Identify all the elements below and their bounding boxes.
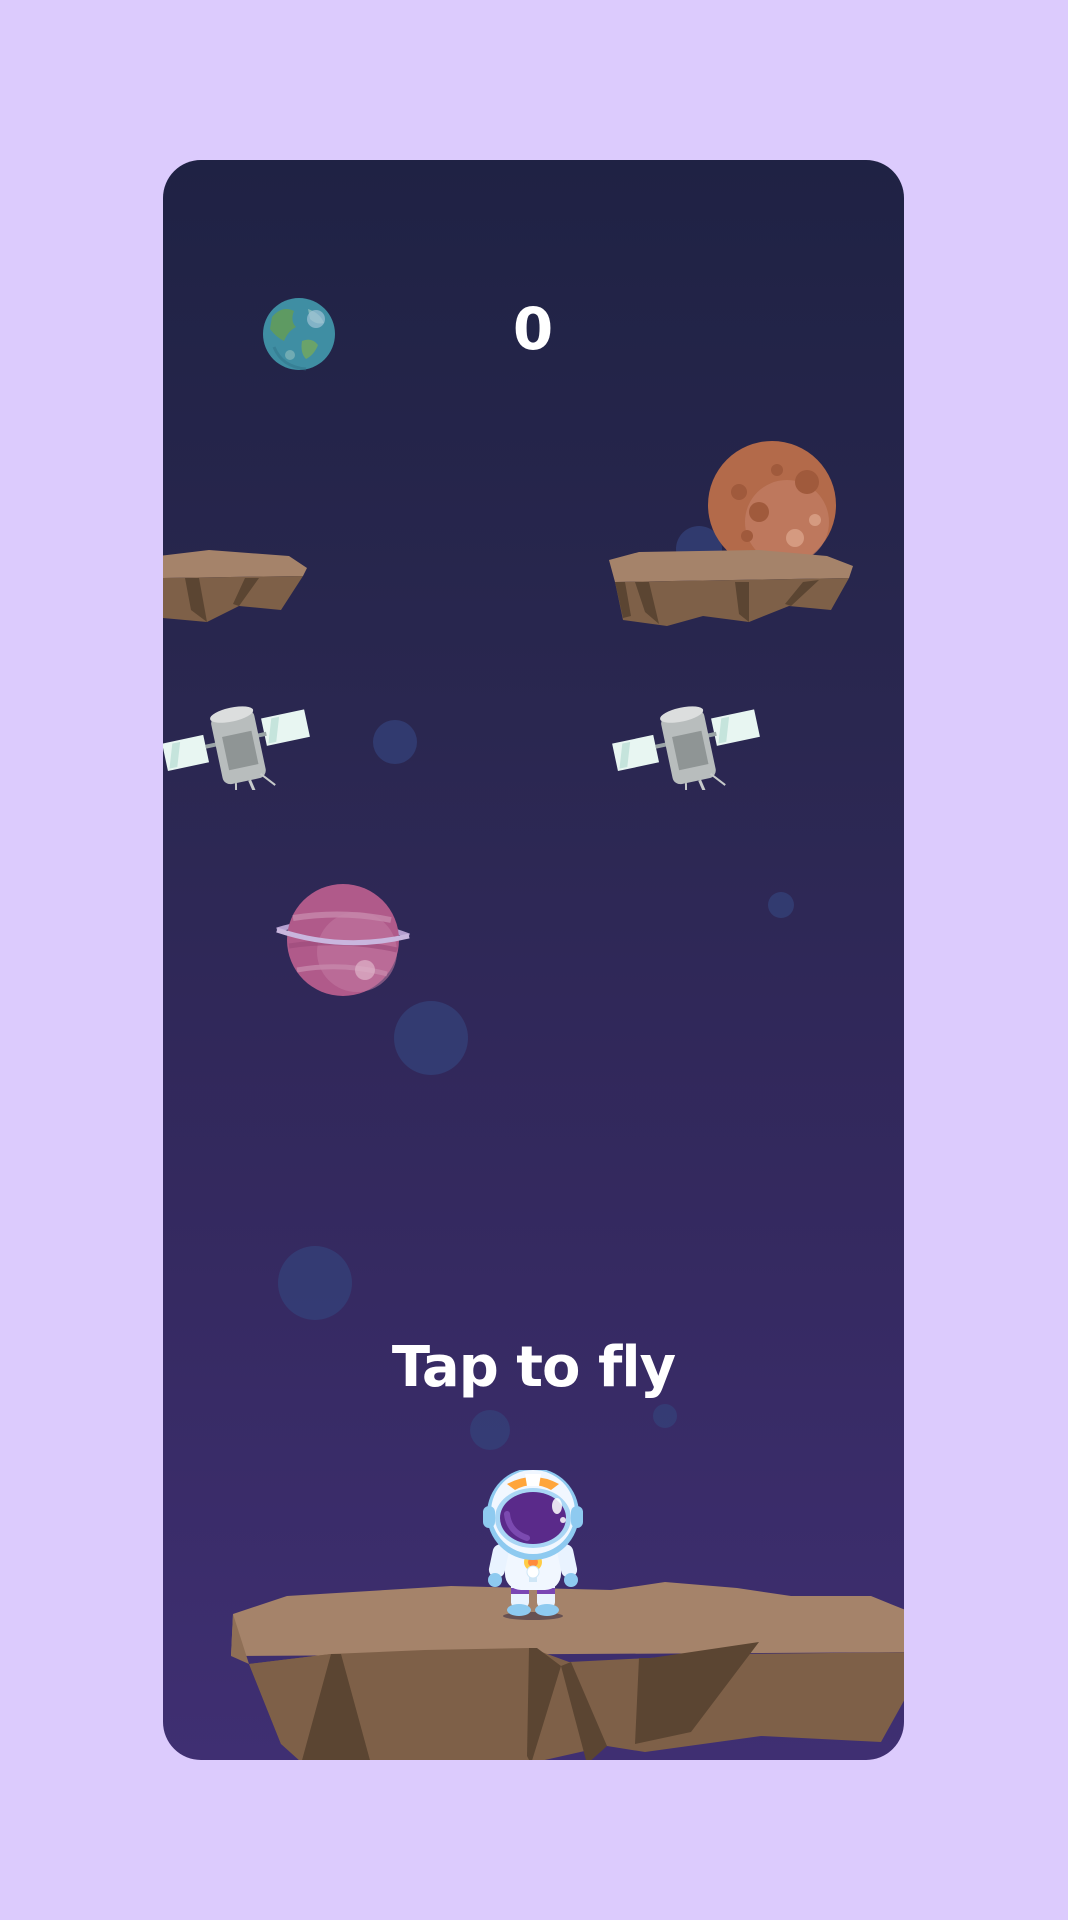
background-bubble (470, 1410, 510, 1450)
game-canvas[interactable]: 0 Tap to fly (163, 160, 904, 1760)
score-counter: 0 (512, 295, 555, 363)
background-bubble (394, 1001, 468, 1075)
background-bubble (768, 892, 794, 918)
background-bubble (373, 720, 417, 764)
tap-to-fly-prompt: Tap to fly (391, 1335, 676, 1400)
floating-rock-left (163, 550, 307, 622)
background-bubble (278, 1246, 352, 1320)
satellite-right-icon (612, 706, 760, 790)
floating-rock-right (609, 550, 853, 626)
astronaut-player-icon (483, 1470, 583, 1620)
background-bubble (653, 1404, 677, 1428)
ringed-planet-icon (276, 884, 410, 996)
satellite-left-icon (163, 706, 310, 790)
